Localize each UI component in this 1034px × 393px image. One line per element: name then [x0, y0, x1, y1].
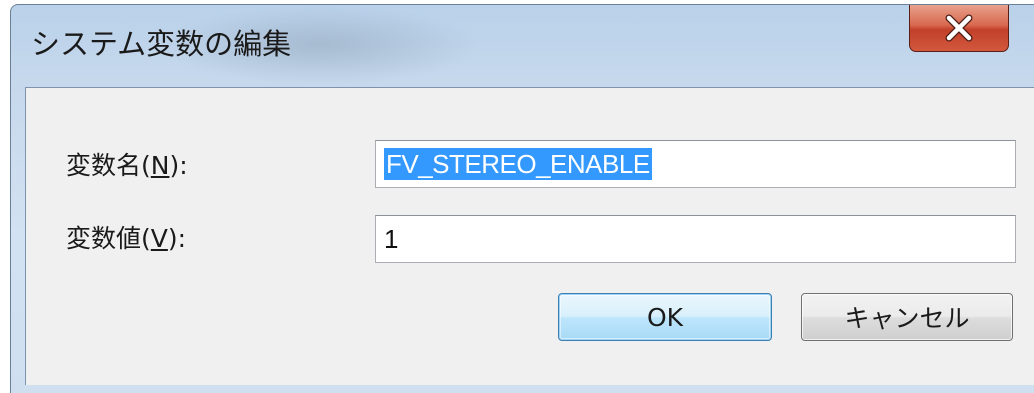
variable-value-accelerator: V: [150, 224, 168, 253]
close-icon: [945, 14, 973, 41]
variable-name-label-text: 変数名(: [66, 151, 151, 180]
title-bar[interactable]: システム変数の編集: [11, 5, 1034, 83]
variable-value-label-text: 変数値(: [66, 224, 151, 253]
ok-button[interactable]: OK: [558, 293, 772, 341]
variable-name-value: FV_STEREO_ENABLE: [384, 148, 652, 180]
variable-name-label: 変数名(N):: [66, 146, 188, 182]
variable-name-accelerator: N: [150, 151, 170, 180]
variable-value-label: 変数値(V):: [66, 219, 186, 255]
variable-value-label-suffix: ):: [167, 224, 187, 253]
variable-name-label-suffix: ):: [169, 151, 188, 180]
window-title: システム変数の編集: [31, 27, 292, 61]
variable-value-value: 1: [384, 223, 399, 254]
dialog-window: システム変数の編集 変数名(N): FV_STEREO_ENABLE 変数値(V…: [10, 4, 1034, 393]
dialog-body: 変数名(N): FV_STEREO_ENABLE 変数値(V): 1 OK キャ…: [25, 87, 1034, 385]
variable-value-input[interactable]: 1: [375, 215, 1016, 263]
close-button[interactable]: [909, 5, 1009, 52]
variable-name-input[interactable]: FV_STEREO_ENABLE: [375, 140, 1016, 188]
cancel-button[interactable]: キャンセル: [801, 293, 1013, 341]
